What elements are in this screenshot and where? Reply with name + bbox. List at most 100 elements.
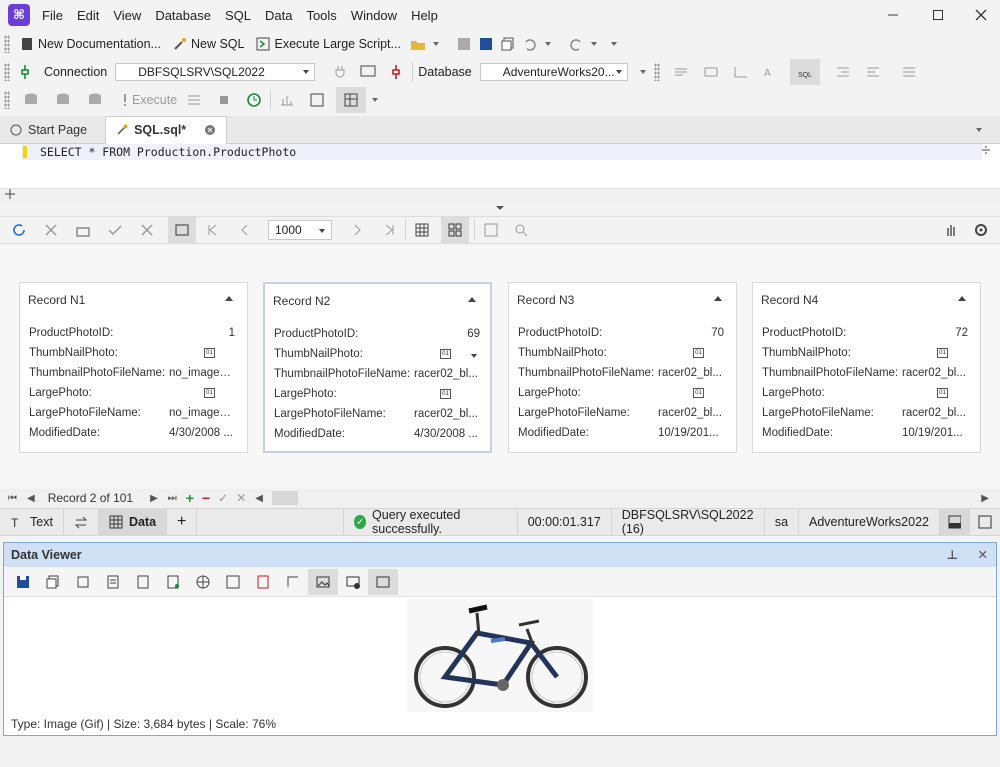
json-view-icon[interactable] <box>158 569 188 595</box>
chevron-down-icon[interactable] <box>471 354 477 358</box>
pin-icon[interactable]: ⊥ <box>947 547 958 562</box>
blob-icon[interactable]: 01 <box>204 388 215 398</box>
menu-data[interactable]: Data <box>263 6 294 25</box>
case-icon[interactable]: A <box>760 61 782 83</box>
tab-start-page[interactable]: Start Page <box>0 116 97 143</box>
new-documentation-button[interactable]: New Documentation... <box>14 32 167 56</box>
connect-icon[interactable] <box>14 61 36 83</box>
post-record-icon[interactable]: ✓ <box>218 491 228 505</box>
image-fit-icon[interactable] <box>338 569 368 595</box>
previous-page-icon[interactable] <box>234 219 256 241</box>
record-card[interactable]: Record N1 ProductPhotoID: 1 ThumbNailPhot… <box>19 282 248 453</box>
web-view-icon[interactable] <box>188 569 218 595</box>
swap-view-button[interactable] <box>64 508 99 536</box>
history-icon[interactable] <box>243 89 265 111</box>
menu-view[interactable]: View <box>111 6 143 25</box>
blob-icon[interactable]: 01 <box>937 348 948 358</box>
first-record-icon[interactable]: ⏮ <box>8 493 17 504</box>
chevron-down-icon[interactable] <box>372 98 379 102</box>
blob-icon[interactable]: 01 <box>204 348 215 358</box>
sql-editor[interactable]: SELECT * FROM Production.ProductPhoto <box>0 144 1000 190</box>
next-page-icon[interactable] <box>346 219 368 241</box>
toolbar-grip[interactable] <box>653 63 660 81</box>
database-settings-icon[interactable] <box>84 89 106 111</box>
cancel-icon[interactable] <box>40 219 62 241</box>
apply-changes-icon[interactable] <box>104 219 126 241</box>
disconnect-icon[interactable] <box>385 61 407 83</box>
connection-select[interactable]: DBFSQLSRV\SQL2022 <box>115 63 316 81</box>
delete-record-icon[interactable]: − <box>202 490 210 506</box>
tabs-dropdown-icon[interactable] <box>976 128 982 132</box>
split-horizontal-icon[interactable] <box>2 185 22 207</box>
sql-text[interactable]: SELECT * FROM Production.ProductPhoto <box>40 145 296 159</box>
previous-record-icon[interactable]: ◀ <box>27 493 35 504</box>
scroll-left-icon[interactable]: ◀ <box>255 493 263 504</box>
export-icon[interactable] <box>72 219 94 241</box>
sql-mode-icon[interactable]: SQL <box>789 59 820 85</box>
plug-icon[interactable] <box>329 61 351 83</box>
execute-step-icon[interactable] <box>183 89 205 111</box>
comment-icon[interactable] <box>670 61 692 83</box>
cancel-record-icon[interactable]: ✕ <box>236 491 246 505</box>
hex-view-icon[interactable] <box>68 569 98 595</box>
refresh-icon[interactable] <box>8 219 30 241</box>
undo-icon[interactable] <box>519 33 541 55</box>
format-icon[interactable] <box>700 61 722 83</box>
dock-right-button[interactable] <box>970 508 1000 536</box>
maximize-button[interactable] <box>923 4 953 26</box>
execute-large-script-button[interactable]: Execute Large Script... <box>250 32 406 56</box>
open-folder-icon[interactable] <box>407 33 429 55</box>
collapse-icon[interactable] <box>468 297 476 302</box>
copy-icon[interactable] <box>38 569 68 595</box>
image-scale-icon[interactable] <box>368 568 398 595</box>
close-tab-icon[interactable] <box>204 124 216 136</box>
save-icon[interactable] <box>8 569 38 595</box>
data-view-tab[interactable]: Data <box>98 508 168 536</box>
blob-icon[interactable]: 01 <box>440 389 451 399</box>
database-select[interactable]: AdventureWorks20... <box>479 63 628 81</box>
chevron-down-icon[interactable] <box>544 42 551 46</box>
close-window-button[interactable] <box>966 4 996 26</box>
collapse-icon[interactable] <box>958 296 966 301</box>
record-card[interactable]: Record N3 ProductPhotoID: 70 ThumbNailPho… <box>508 282 737 453</box>
copy-icon[interactable] <box>497 33 519 55</box>
gear-icon[interactable] <box>970 219 992 241</box>
menu-sql[interactable]: SQL <box>223 6 253 25</box>
editor-horizontal-scrollbar[interactable] <box>0 188 1000 202</box>
split-editor-icon[interactable] <box>980 144 996 160</box>
spatial-view-icon[interactable] <box>278 569 308 595</box>
text-view-tab[interactable]: T Text <box>0 508 64 536</box>
wrap-icon[interactable] <box>898 61 920 83</box>
toolbar-grip[interactable] <box>4 91 10 109</box>
horizontal-scrollbar-thumb[interactable] <box>272 491 298 505</box>
execute-button[interactable]: Execute <box>116 88 183 112</box>
stop-icon[interactable] <box>213 89 235 111</box>
toolbar-overflow-icon[interactable] <box>610 42 617 46</box>
minimize-button[interactable] <box>878 4 908 26</box>
redo-icon[interactable] <box>565 33 587 55</box>
chevron-down-icon[interactable] <box>590 42 597 46</box>
chevron-down-icon[interactable] <box>639 70 646 74</box>
add-record-icon[interactable]: + <box>186 490 194 506</box>
search-icon[interactable] <box>510 219 532 241</box>
toolbar-grip[interactable] <box>4 35 10 53</box>
database-icon[interactable] <box>20 89 42 111</box>
results-grid-icon[interactable] <box>336 87 367 113</box>
new-sql-button[interactable]: New SQL <box>167 32 251 56</box>
paginate-icon[interactable] <box>168 217 196 243</box>
menu-file[interactable]: File <box>40 6 65 25</box>
xml-view-icon[interactable] <box>128 569 158 595</box>
new-connection-icon[interactable] <box>357 61 379 83</box>
menu-edit[interactable]: Edit <box>75 6 101 25</box>
toolbar-grip[interactable] <box>4 63 10 81</box>
tab-sql[interactable]: SQL.sql* <box>105 115 228 144</box>
blob-icon[interactable]: 01 <box>693 388 704 398</box>
indent-right-icon[interactable] <box>862 61 884 83</box>
discard-changes-icon[interactable] <box>136 219 158 241</box>
page-size-select[interactable]: 1000 <box>268 220 332 240</box>
pdf-view-icon[interactable] <box>248 569 278 595</box>
menu-window[interactable]: Window <box>349 6 399 25</box>
last-record-icon[interactable]: ⏭ <box>168 493 177 504</box>
indent-icon[interactable] <box>730 61 752 83</box>
dock-bottom-button[interactable] <box>940 508 970 536</box>
